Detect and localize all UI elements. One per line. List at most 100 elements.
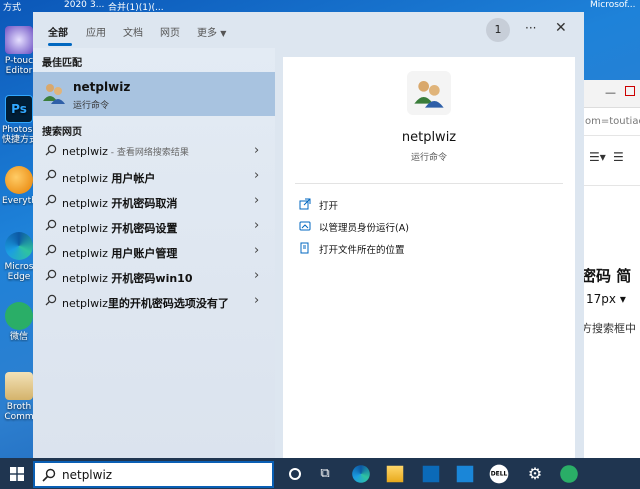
chevron-right-icon[interactable]: ›: [254, 293, 259, 308]
desktop-icon-photoshop[interactable]: Ps Photosh 快捷方式: [2, 95, 36, 145]
web-result-query: netplwiz: [62, 222, 112, 235]
tab-apps[interactable]: 应用: [86, 24, 106, 39]
web-result-query: netplwiz: [62, 297, 108, 310]
tab-more-label: 更多: [197, 28, 217, 39]
everything-icon: [5, 166, 33, 194]
web-result-suggestion: 开机密码设置: [111, 222, 178, 235]
settings-icon[interactable]: ⚙: [524, 463, 546, 485]
desktop-icon-label: Edge: [7, 272, 31, 282]
restore-icon[interactable]: [625, 86, 635, 96]
web-result-suggestion: 用户账户管理: [111, 247, 178, 260]
store-icon[interactable]: [422, 465, 440, 483]
desktop-icon-label: Broth: [6, 402, 32, 412]
desktop-icon-edge[interactable]: Micros Edge: [2, 232, 36, 282]
search-icon: [45, 294, 57, 306]
web-result-text: netplwiz 开机密码win10: [62, 270, 193, 286]
web-result-item[interactable]: netplwiz - 查看网络搜索结果 ›: [33, 139, 275, 164]
web-result-text: netplwiz里的开机密码选项没有了: [62, 295, 229, 311]
desktop-icon-label: Micros: [4, 262, 34, 272]
best-match-heading: 最佳匹配: [42, 58, 82, 69]
ptouch-icon: [5, 26, 33, 54]
font-size-select[interactable]: 17px ▾: [586, 292, 626, 306]
minimize-icon[interactable]: —: [605, 86, 616, 99]
web-result-text: netplwiz 用户账户管理: [62, 245, 177, 261]
results-list: 最佳匹配 netplwiz 运行命令 搜索网页 netplwiz - 查看网络搜…: [33, 48, 275, 458]
web-result-text: netplwiz 用户帐户: [62, 170, 155, 186]
tab-documents[interactable]: 文档: [123, 24, 143, 39]
align-icon[interactable]: ☰: [613, 150, 624, 164]
desktop-top-label: Microsof...: [590, 0, 636, 10]
desktop-top-label: 3...: [90, 0, 105, 10]
web-result-hint: - 查看网络搜索结果: [107, 148, 189, 158]
list-icon[interactable]: ☰▾: [589, 150, 606, 164]
web-result-item[interactable]: netplwiz 用户账户管理 ›: [33, 239, 275, 264]
action-open-file-location[interactable]: 打开文件所在的位置: [299, 239, 559, 259]
chevron-right-icon[interactable]: ›: [254, 268, 259, 283]
wechat-icon: [5, 302, 33, 330]
best-match-type: 运行命令: [73, 101, 110, 111]
folder-icon: [5, 372, 33, 400]
background-browser-window: — om=toutiao_p ☰▾ ☰ 密码 简 17px ▾ 方搜索框中: [583, 80, 640, 458]
detail-pane: netplwiz 运行命令 打开 以管理员身份运行(A) 打开文件所在的位置: [283, 57, 575, 458]
web-result-item[interactable]: netplwiz 开机密码取消 ›: [33, 189, 275, 214]
detail-divider: [295, 183, 563, 184]
file-location-icon: [300, 242, 309, 254]
chevron-right-icon[interactable]: ›: [254, 193, 259, 208]
web-result-item[interactable]: netplwiz 用户帐户 ›: [33, 164, 275, 189]
chevron-right-icon[interactable]: ›: [254, 168, 259, 183]
windows-start-icon[interactable]: [10, 467, 24, 481]
editor-toolbar: ☰▾ ☰: [583, 136, 640, 186]
best-match-item[interactable]: netplwiz 运行命令: [33, 72, 275, 116]
tab-more[interactable]: 更多 ▼: [197, 24, 226, 39]
task-view-icon[interactable]: ⧉: [314, 463, 336, 485]
web-result-query: netplwiz: [62, 197, 112, 210]
desktop-icon-everything[interactable]: Everythi: [2, 166, 36, 206]
search-panel: 全部 应用 文档 网页 更多 ▼ 1 ··· ✕ 最佳匹配 netplwiz 运…: [33, 12, 584, 458]
tab-web[interactable]: 网页: [160, 24, 180, 39]
mail-icon[interactable]: [456, 465, 474, 483]
web-result-suggestion: 里的开机密码选项没有了: [107, 297, 229, 310]
web-result-item[interactable]: netplwiz 开机密码设置 ›: [33, 214, 275, 239]
shield-icon: [299, 221, 311, 231]
chevron-right-icon[interactable]: ›: [254, 243, 259, 258]
photoshop-icon: Ps: [5, 95, 33, 123]
close-icon[interactable]: ✕: [555, 20, 567, 36]
desktop-icon-label: P-touc: [4, 56, 34, 66]
action-run-as-admin[interactable]: 以管理员身份运行(A): [299, 217, 559, 237]
dell-icon[interactable]: DELL: [489, 464, 509, 484]
web-result-query: netplwiz: [62, 145, 108, 158]
search-icon: [45, 169, 57, 181]
web-result-item[interactable]: netplwiz 开机密码win10 ›: [33, 264, 275, 289]
chevron-right-icon[interactable]: ›: [254, 143, 259, 158]
action-label: 打开文件所在的位置: [319, 245, 405, 256]
tab-all[interactable]: 全部: [48, 24, 68, 39]
taskbar-search-box[interactable]: [33, 461, 274, 488]
action-label: 以管理员身份运行(A): [319, 223, 409, 234]
web-result-item[interactable]: netplwiz里的开机密码选项没有了 ›: [33, 289, 275, 314]
edge-icon[interactable]: [352, 465, 370, 483]
web-result-text: netplwiz 开机密码取消: [62, 195, 177, 211]
web-result-suggestion: 开机密码win10: [111, 272, 193, 285]
browser-tabbar: —: [583, 80, 640, 108]
chevron-right-icon[interactable]: ›: [254, 218, 259, 233]
file-explorer-icon[interactable]: [386, 465, 404, 483]
article-headline: 密码 简: [583, 267, 632, 285]
web-result-query: netplwiz: [62, 247, 112, 260]
rewards-badge[interactable]: 1: [486, 18, 510, 42]
desktop-icon-ptouch[interactable]: P-touc Editor: [2, 26, 36, 76]
wechat-icon[interactable]: [560, 465, 578, 483]
more-options-icon[interactable]: ···: [525, 21, 536, 35]
desktop-icon-brother[interactable]: Broth Comm: [2, 372, 36, 422]
open-icon: [299, 198, 311, 210]
desktop-top-strip: 方式 2020 3... 合并(1)(1)(... Microsof...: [0, 0, 640, 13]
web-result-query: netplwiz: [62, 272, 112, 285]
action-label: 打开: [319, 201, 339, 212]
desktop-top-label: 方式: [3, 3, 22, 13]
desktop-icon-wechat[interactable]: 微信: [2, 302, 36, 342]
search-input[interactable]: [62, 466, 262, 484]
users-icon: [43, 84, 65, 104]
web-result-text: netplwiz - 查看网络搜索结果: [62, 145, 189, 158]
cortana-icon[interactable]: [284, 463, 306, 485]
browser-address-bar[interactable]: om=toutiao_p: [583, 108, 640, 136]
action-open[interactable]: 打开: [299, 195, 559, 215]
